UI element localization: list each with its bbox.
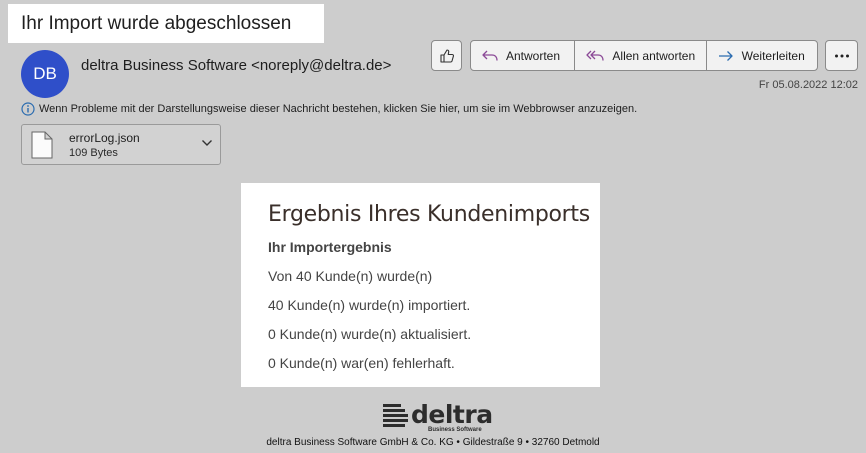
result-line: 0 Kunde(n) war(en) fehlerhaft.	[268, 355, 455, 371]
result-line: 0 Kunde(n) wurde(n) aktualisiert.	[268, 326, 472, 342]
thumbs-up-icon	[439, 48, 454, 63]
forward-label: Weiterleiten	[741, 48, 805, 63]
forward-button[interactable]: Weiterleiten	[705, 41, 817, 70]
file-icon	[31, 131, 53, 159]
deltra-logo: deltra Business Software	[383, 400, 493, 433]
more-actions-button[interactable]	[825, 40, 858, 71]
message-subject: Ihr Import wurde abgeschlossen	[8, 4, 324, 43]
footer-address: deltra Business Software GmbH & Co. KG •…	[266, 437, 600, 448]
info-icon	[21, 102, 35, 116]
ellipsis-icon	[834, 54, 849, 57]
reply-all-label: Allen antworten	[612, 48, 696, 63]
info-bar[interactable]: Wenn Probleme mit der Darstellungsweise …	[21, 102, 637, 116]
info-bar-text: Wenn Probleme mit der Darstellungsweise …	[39, 103, 638, 115]
attachment-card[interactable]: errorLog.json 109 Bytes	[21, 124, 221, 165]
result-line: 40 Kunde(n) wurde(n) importiert.	[268, 297, 471, 313]
logo-wordmark: deltra	[411, 400, 493, 429]
body-subtitle: Ihr Importergebnis	[268, 239, 392, 255]
logo-tagline: Business Software	[428, 427, 482, 433]
reply-all-icon	[586, 50, 605, 61]
sender-address[interactable]: deltra Business Software <noreply@deltra…	[81, 57, 391, 74]
reply-all-button[interactable]: Allen antworten	[574, 41, 705, 70]
attachment-size: 109 Bytes	[69, 147, 118, 159]
result-line: Von 40 Kunde(n) wurde(n)	[268, 268, 433, 284]
avatar[interactable]: DB	[21, 50, 69, 98]
reply-button[interactable]: Antworten	[471, 41, 574, 70]
message-body: Ergebnis Ihres Kundenimports Ihr Importe…	[241, 183, 600, 387]
reply-label: Antworten	[506, 48, 561, 63]
forward-arrow-icon	[718, 50, 733, 61]
attachment-name: errorLog.json	[69, 131, 140, 145]
chevron-down-icon[interactable]	[201, 139, 213, 147]
reply-button-group: Antworten Allen antworten Weiterleiten	[470, 40, 818, 71]
reply-icon	[482, 50, 498, 61]
like-button[interactable]	[431, 40, 462, 71]
logo-mark-icon	[383, 404, 408, 427]
body-title: Ergebnis Ihres Kundenimports	[268, 202, 590, 227]
received-date: Fr 05.08.2022 12:02	[758, 79, 858, 91]
